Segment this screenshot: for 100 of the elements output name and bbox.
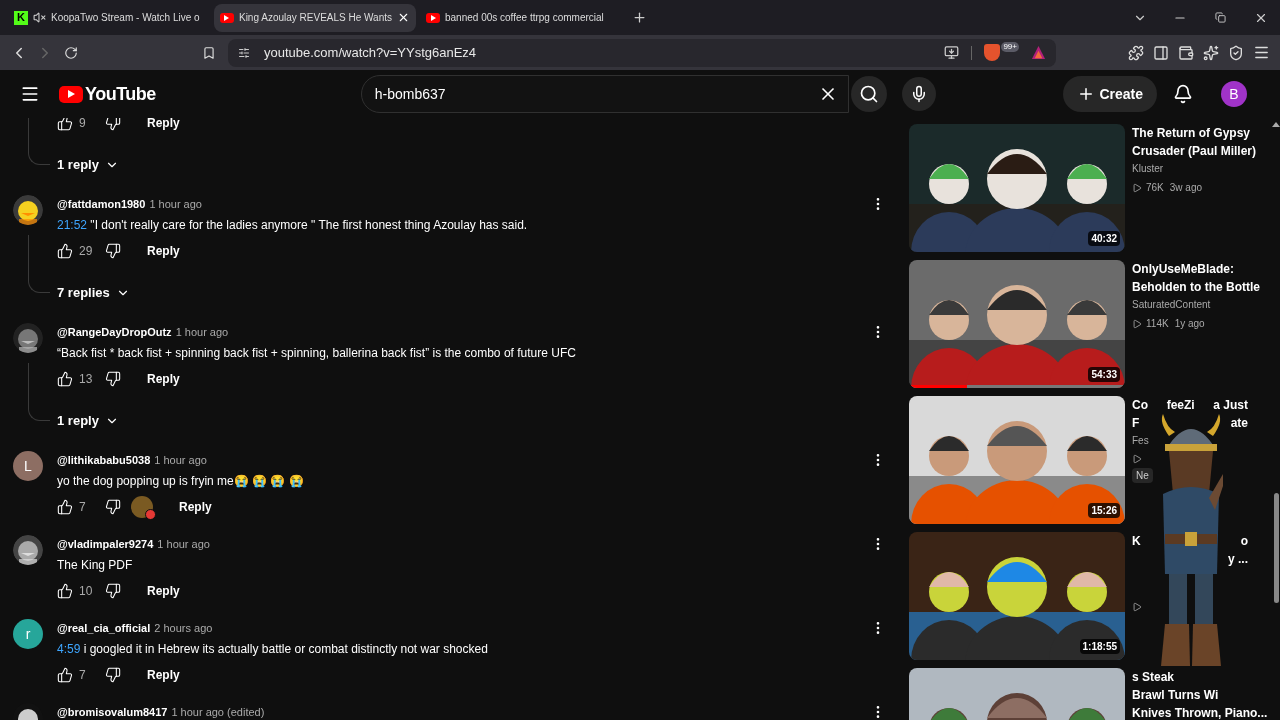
title-fragment: Co: [1132, 397, 1148, 414]
channel-name[interactable]: Kluster: [1132, 161, 1164, 176]
like-count: 7: [79, 667, 87, 684]
wallet-icon[interactable]: [1178, 44, 1194, 61]
voice-search-button[interactable]: [901, 77, 936, 111]
tab-title: KoopaTwo Stream - Watch Live o: [51, 11, 201, 25]
restore-icon[interactable]: [1215, 12, 1226, 23]
comment-author[interactable]: @RangeDayDropOutz: [57, 323, 172, 341]
like-icon[interactable]: [57, 667, 73, 683]
tab-title: banned 00s coffee ttrpg commercial: [445, 11, 605, 25]
install-icon[interactable]: [944, 45, 960, 60]
sparkle-icon[interactable]: [1203, 44, 1219, 61]
site-logo: K: [14, 10, 28, 25]
like-icon[interactable]: [57, 371, 73, 387]
youtube-logo[interactable]: YouTube: [59, 80, 156, 108]
comment-author[interactable]: @real_cia_official: [57, 619, 151, 637]
dislike-icon[interactable]: [105, 499, 121, 515]
dislike-icon[interactable]: [105, 583, 121, 599]
replies-toggle[interactable]: 7 replies: [53, 277, 134, 309]
dislike-icon[interactable]: [105, 667, 121, 683]
close-tab-icon[interactable]: [397, 11, 410, 24]
view-count: 76K: [1146, 181, 1164, 195]
replies-toggle[interactable]: 1 reply: [53, 405, 123, 437]
title-fragment: y ...: [1228, 551, 1248, 568]
browser-tab[interactable]: King Azoulay REVEALS He Wants: [214, 3, 416, 32]
like-count: 7: [79, 499, 87, 516]
reply-button[interactable]: Reply: [135, 235, 192, 267]
duration-badge: 54:33: [1088, 367, 1120, 382]
reply-button[interactable]: Reply: [167, 491, 224, 523]
dislike-icon[interactable]: [105, 243, 121, 259]
video-title[interactable]: OnlyUseMeBlade: Beholden to the Bottle: [1132, 260, 1260, 296]
browser-tab[interactable]: banned 00s coffee ttrpg commercial: [420, 3, 622, 32]
like-icon[interactable]: [57, 243, 73, 259]
address-text: youtube.com/watch?v=YYstg6anEz4: [264, 43, 477, 62]
comment-text: “Back fist * back fist + spinning back fist + spinning, ballerina back fist” is the combo of future UFC: [57, 345, 576, 362]
dislike-icon[interactable]: [105, 371, 121, 387]
create-button[interactable]: Create: [1063, 76, 1157, 112]
browser-tab[interactable]: K KoopaTwo Stream - Watch Live o: [8, 3, 210, 32]
search-field[interactable]: h-bomb637: [360, 75, 849, 113]
title-fragment: s Steak: [1132, 669, 1175, 686]
title-fragment: Knives Thrown, Piano...: [1132, 705, 1268, 720]
comment-time: 1 hour ago (edited): [171, 704, 265, 720]
menu-icon[interactable]: [20, 84, 40, 104]
thread-line: [28, 235, 50, 293]
comment-time: 1 hour ago: [157, 536, 210, 552]
play-icon: [1132, 182, 1142, 193]
upload-age: 1y ago: [1174, 317, 1205, 331]
youtube-icon: [220, 12, 234, 23]
replies-toggle[interactable]: 1 reply: [53, 149, 123, 181]
menu-icon[interactable]: [1253, 44, 1270, 61]
shields-button[interactable]: [984, 44, 1001, 61]
comment-time: 2 hours ago: [154, 620, 213, 636]
extensions-icon[interactable]: [1128, 44, 1144, 61]
title-fragment: a Just: [1213, 397, 1248, 414]
avatar: r: [13, 619, 43, 649]
channel-name[interactable]: SaturatedContent: [1132, 297, 1211, 312]
vpn-icon[interactable]: [1228, 44, 1244, 61]
comment-author[interactable]: @vladimpaler9274: [57, 535, 154, 553]
duration-badge: 40:32: [1088, 231, 1120, 246]
title-fragment: F: [1132, 415, 1140, 432]
youtube-icon: [426, 12, 440, 23]
comment-time: 1 hour ago: [154, 452, 207, 468]
like-icon[interactable]: [57, 499, 73, 515]
address-bar[interactable]: youtube.com/watch?v=YYstg6anEz4 99+: [228, 38, 1056, 67]
title-fragment: ate: [1230, 415, 1248, 432]
like-count: 29: [79, 243, 94, 260]
muted-icon[interactable]: [33, 11, 46, 24]
timestamp-link[interactable]: 4:59: [57, 640, 81, 658]
comment-text: "I don't really care for the ladies anymore " The first honest thing Azoulay has said.: [89, 217, 528, 234]
duration-badge: 15:26: [1088, 503, 1120, 518]
video-title[interactable]: The Return of Gypsy Crusader (Paul Miller): [1132, 124, 1260, 160]
timestamp-link[interactable]: 21:52: [57, 216, 88, 234]
new-tab-icon[interactable]: [632, 10, 647, 25]
comment-author[interactable]: @bromisovalum8417: [57, 703, 168, 720]
reply-button[interactable]: Reply: [135, 118, 192, 139]
title-fragment: Brawl Turns Wi: [1132, 687, 1219, 704]
sidebar-icon[interactable]: [1153, 44, 1169, 61]
like-icon[interactable]: [57, 118, 73, 131]
search-button[interactable]: [850, 76, 887, 112]
reload-icon[interactable]: [64, 45, 78, 60]
tab-title: King Azoulay REVEALS He Wants: [238, 11, 392, 25]
play-icon: [1132, 454, 1142, 464]
reply-button[interactable]: Reply: [135, 363, 192, 395]
comment-text: i googled it in Hebrew its actually battle or combat distinctly not war shocked: [82, 641, 488, 658]
account-avatar[interactable]: B: [1221, 81, 1247, 107]
shields-badge: 99+: [1001, 41, 1019, 52]
title-fragment: o: [1240, 533, 1248, 550]
comment-time: 1 hour ago: [149, 196, 202, 212]
reply-button[interactable]: Reply: [135, 659, 192, 691]
avatar: L: [13, 451, 43, 481]
notifications-icon[interactable]: [1173, 84, 1193, 104]
comment-author[interactable]: @fattdamon1980: [57, 195, 146, 213]
bookmark-icon[interactable]: [202, 45, 216, 60]
site-settings-icon[interactable]: [238, 46, 250, 59]
triangle-icon[interactable]: [1031, 45, 1046, 60]
like-icon[interactable]: [57, 583, 73, 599]
comment-author[interactable]: @lithikababu5038: [57, 451, 151, 469]
dislike-icon[interactable]: [105, 118, 121, 131]
channel-name[interactable]: Fes: [1132, 433, 1149, 448]
reply-button[interactable]: Reply: [135, 575, 192, 607]
